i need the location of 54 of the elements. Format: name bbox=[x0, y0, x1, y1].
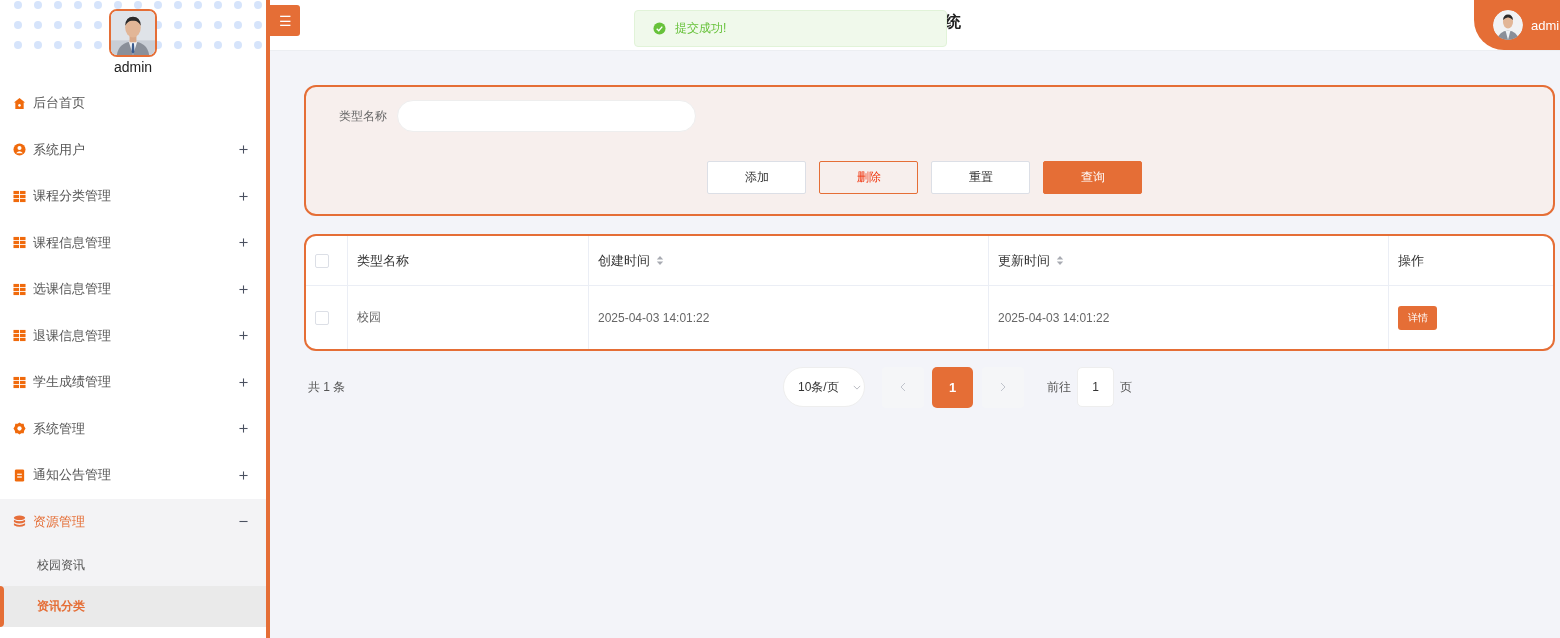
table-cell: 2025-04-03 14:01:22 bbox=[998, 310, 1110, 325]
checkbox[interactable] bbox=[315, 253, 329, 268]
chevron-down-icon bbox=[852, 384, 861, 390]
check-icon bbox=[653, 22, 666, 35]
column-header: 创建时间 bbox=[598, 251, 650, 270]
menu-item[interactable]: 通知公告管理 bbox=[0, 452, 266, 499]
chevron-right-icon bbox=[1000, 382, 1006, 392]
grid-icon bbox=[13, 189, 26, 203]
database-icon bbox=[13, 515, 26, 529]
grid-icon bbox=[13, 282, 26, 296]
menu-item[interactable]: 系统用户 bbox=[0, 126, 266, 173]
expand-icon bbox=[239, 377, 248, 387]
expand-icon bbox=[239, 191, 248, 201]
page-size-select[interactable]: 10条/页 bbox=[783, 367, 865, 407]
expand-icon bbox=[239, 470, 248, 480]
document-icon bbox=[13, 468, 26, 482]
expand-icon bbox=[239, 424, 248, 434]
delete-button[interactable]: 删除 bbox=[819, 161, 918, 194]
expand-icon bbox=[239, 145, 248, 155]
sort-icon[interactable] bbox=[656, 255, 664, 266]
field-label: 类型名称 bbox=[339, 107, 387, 125]
action-button[interactable]: 添加 bbox=[707, 161, 806, 194]
expand-icon bbox=[239, 238, 248, 248]
total-count: 共 1 条 bbox=[308, 378, 347, 396]
grid-icon bbox=[13, 375, 26, 389]
menu-item[interactable]: 课程分类管理 bbox=[0, 173, 266, 220]
grid-icon bbox=[13, 236, 26, 250]
menu-item[interactable]: 选课信息管理 bbox=[0, 266, 266, 313]
expand-icon bbox=[239, 284, 248, 294]
checkbox[interactable] bbox=[315, 310, 329, 325]
sort-icon[interactable] bbox=[1056, 255, 1064, 266]
table-cell: 校园 bbox=[357, 309, 381, 326]
menu-item[interactable]: 课程信息管理 bbox=[0, 219, 266, 266]
action-button[interactable]: 重置 bbox=[931, 161, 1030, 194]
menu-item[interactable]: 学生成绩管理 bbox=[0, 359, 266, 406]
chevron-left-icon bbox=[900, 382, 906, 392]
expand-icon bbox=[239, 331, 248, 341]
username: admin bbox=[113, 59, 153, 75]
toast-message: 提交成功! bbox=[675, 20, 727, 37]
menu-item[interactable]: 系统管理 bbox=[0, 405, 266, 452]
table-cell: 2025-04-03 14:01:22 bbox=[598, 310, 710, 325]
column-header: 类型名称 bbox=[357, 251, 409, 270]
submenu-item[interactable]: 校园资讯 bbox=[0, 545, 266, 586]
column-header: 更新时间 bbox=[998, 251, 1050, 270]
menu-item[interactable]: 退课信息管理 bbox=[0, 312, 266, 359]
user-icon bbox=[13, 143, 26, 157]
menu-item[interactable]: 后台首页 bbox=[0, 80, 266, 127]
page-input[interactable]: 1 bbox=[1077, 367, 1114, 407]
grid-icon bbox=[13, 329, 26, 343]
column-header: 操作 bbox=[1398, 251, 1424, 270]
page-suffix: 页 bbox=[1120, 378, 1132, 396]
home-icon bbox=[13, 96, 26, 110]
goto-label: 前往 bbox=[1047, 378, 1071, 396]
gear-icon bbox=[13, 422, 26, 436]
